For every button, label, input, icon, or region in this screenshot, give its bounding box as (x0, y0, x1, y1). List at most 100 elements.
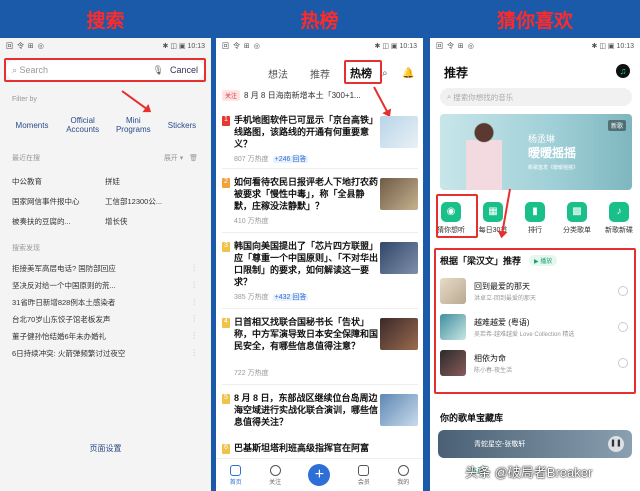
ticker[interactable]: 关注 8 月 8 日海南新增本土「300+1... (222, 90, 422, 101)
more-icon[interactable]: ⋮ (191, 331, 199, 348)
separator (423, 38, 430, 491)
discover-text: 31省昨日新增828例本土感染者 (12, 298, 116, 307)
plus-icon: + (308, 464, 331, 486)
hot-item[interactable]: 1 手机地图软件已可显示「京台高铁」线路图，该路线的开通有何重要意义？ 807 … (222, 114, 418, 166)
library-title: 你的歌单宝藏库 (440, 413, 504, 423)
more-icon[interactable]: ⋮ (191, 314, 199, 331)
hot-item-title: 8 月 8 日，东部战区继续位台岛周边海空域进行实战化联合演训，哪些信息值得关注… (234, 393, 379, 427)
list-item[interactable]: 拒接美军高层电话? 国防部回应 ⋮ (12, 263, 198, 280)
hot-item[interactable]: 5 8 月 8 日，东部战区继续位台岛周边海空域进行实战化联合演训，哪些信息值得… (222, 392, 418, 442)
heat-count: 722 万热度 (234, 370, 269, 377)
discover-text: 坚决反对给一个中国原则的荒... (12, 281, 116, 290)
category-playlist-button[interactable]: ▩ 分类歌单 (559, 202, 595, 235)
nav-me[interactable]: 我的 (397, 464, 410, 486)
filter-stickers[interactable]: Stickers (162, 116, 202, 134)
more-icon[interactable]: ⋮ (191, 263, 199, 280)
divider (222, 384, 418, 385)
search-icon[interactable]: ⌕ (382, 68, 388, 79)
nav-label: 会员 (357, 479, 370, 486)
list-item[interactable]: 坚决反对给一个中国原则的荒... ⋮ (12, 280, 198, 297)
nav-label: 我的 (397, 479, 410, 486)
more-icon[interactable]: ⋮ (191, 348, 199, 365)
tab-recommend[interactable]: 推荐 (310, 66, 330, 81)
nav-label: 首页 (229, 479, 242, 486)
status-left: 回 令 ⊞ ◎ (222, 43, 261, 50)
qq-music-logo-icon[interactable]: ♫ (616, 64, 630, 78)
music-search-input[interactable]: ⌕ 搜索你想找的音乐 (440, 88, 632, 106)
banner-artist-photo (466, 120, 502, 190)
more-icon[interactable]: ⋮ (191, 297, 199, 314)
list-item[interactable]: 台北70岁山东饺子馆老板发声 ⋮ (12, 314, 198, 331)
recent-item[interactable]: 工信部12300公... (105, 196, 198, 207)
zhihu-hot-list-panel: 回 令 ⊞ ◎ ✱ ◫ ▣ 10:13 想法 推荐 热榜 ⌕ 🔔 关注 8 月 … (216, 38, 423, 491)
wechat-search-panel: 回 令 ⊞ ◎ ✱ ◫ ▣ 10:13 ⌕ Search 🎙 Cancel Fi… (0, 38, 211, 491)
trash-icon[interactable]: 🗑 (189, 155, 198, 162)
new-release-button[interactable]: ♪ 新歌新碟 (601, 202, 637, 235)
highlight-box (344, 60, 382, 84)
recent-item[interactable]: 被奏扶的豆腐的... (12, 216, 105, 227)
promo-banner[interactable]: 杨丞琳 暧暧摇摇 新歌首发《暧暧摇摇》 新歌 (440, 114, 632, 190)
hot-item[interactable]: 4 日首相又找联合国秘书长「告状」称，中方军演导致日本安全保障和国民安全，有哪些… (222, 316, 418, 380)
hot-item-title: 日首相又找联合国秘书长「告状」称，中方军演导致日本安全保障和国民安全，有哪些信息… (234, 317, 379, 351)
recent-search-list: 中公教育 拼娃 国家网信事件报中心 工信部12300公... 被奏扶的豆腐的..… (12, 176, 198, 227)
thumbnail (380, 178, 418, 210)
hot-item-title: 韩国向美国提出了「芯片四方联盟」应「尊重一个中国原则」、「不对华出口限制」的要求… (234, 241, 379, 287)
list-item[interactable]: 董子健孙怡结婚6年未办婚礼 ⋮ (12, 331, 198, 348)
search-discover-list: 拒接美军高层电话? 国防部回应 ⋮ 坚决反对给一个中国原则的荒... ⋮ 31省昨日… (12, 263, 198, 365)
nav-create[interactable]: + (308, 464, 331, 486)
list-item[interactable]: 6日持续冲突: 火箭弹频繁讨过夜空 ⋮ (12, 348, 198, 365)
list-item[interactable]: 31省昨日新增828例本土感染者 ⋮ (12, 297, 198, 314)
hot-item[interactable]: 6 巴基斯坦塔利班高级指挥官在阿富 (222, 442, 418, 458)
recent-item[interactable]: 增长侠 (105, 216, 198, 227)
entry-label: 分类歌单 (563, 227, 591, 234)
highlight-box (434, 248, 636, 394)
status-left: 回 令 ⊞ ◎ (6, 43, 45, 50)
screenshot-root: 搜索 热榜 猜你喜欢 回 令 ⊞ ◎ ✱ ◫ ▣ 10:13 ⌕ Search … (0, 0, 640, 491)
highlight-box (436, 194, 478, 238)
pause-icon[interactable]: ❚❚ (608, 436, 624, 452)
nav-home[interactable]: 首页 (229, 464, 242, 486)
status-right: ✱ ◫ ▣ 10:13 (591, 43, 634, 50)
ticker-tag: 关注 (222, 90, 241, 101)
hot-item[interactable]: 2 如何看待农民日报评老人下地打农药被要求「慢性中毒」，称「全县静默，庄稼没法静… (222, 176, 418, 228)
status-bar: 回 令 ⊞ ◎ ✱ ◫ ▣ 10:13 (430, 38, 640, 54)
discover-text: 董子健孙怡结婚6年未办婚礼 (12, 332, 107, 341)
highlight-box (4, 58, 206, 82)
bottom-nav: 首页 关注 + 会员 我的 (216, 458, 423, 491)
filter-official-accounts[interactable]: Official Accounts (61, 116, 105, 134)
tab-ideas[interactable]: 想法 (268, 66, 288, 81)
recent-search-header: 最近在搜 展开 ▾ 🗑 (12, 155, 198, 162)
mini-player[interactable]: 青蛇星空-张敬轩 ❚❚ (438, 430, 632, 458)
thumbnail (380, 394, 418, 426)
status-right: ✱ ◫ ▣ 10:13 (162, 43, 205, 50)
ranking-button[interactable]: ▮ 排行 (517, 202, 553, 235)
rank-badge: 5 (222, 394, 230, 404)
bar-chart-icon: ▮ (525, 202, 545, 222)
rank-badge: 2 (222, 178, 230, 188)
filter-mini-programs[interactable]: Mini Programs (113, 116, 153, 134)
grid-icon: ▩ (567, 202, 587, 222)
banner-song: 暧暧摇摇 (528, 146, 577, 160)
divider (222, 168, 418, 169)
recent-item[interactable]: 拼娃 (105, 176, 198, 187)
divider (222, 232, 418, 233)
hot-item[interactable]: 3 韩国向美国提出了「芯片四方联盟」应「尊重一个中国原则」、「不对华出口限制」的… (222, 240, 418, 304)
entry-label: 新歌新碟 (605, 227, 633, 234)
recent-item[interactable]: 中公教育 (12, 176, 105, 187)
expand-button[interactable]: 展开 (164, 155, 178, 162)
filter-moments[interactable]: Moments (12, 116, 52, 134)
page-settings-link[interactable]: 页面设置 (0, 443, 211, 454)
now-playing: 青蛇星空-张敬轩 (474, 441, 526, 448)
heat-count: 385 万热度 (234, 294, 269, 301)
recent-item[interactable]: 国家网信事件报中心 (12, 196, 105, 207)
nav-follow[interactable]: 关注 (269, 464, 281, 486)
entry-label: 排行 (528, 227, 542, 234)
header-guess-you-like: 猜你喜欢 (496, 11, 573, 32)
user-icon (269, 464, 281, 476)
rank-badge: 4 (222, 318, 230, 328)
bell-icon[interactable]: 🔔 (402, 68, 414, 79)
banner-tag: 新歌 (607, 120, 626, 131)
more-icon[interactable]: ⋮ (191, 280, 199, 297)
thumbnail (380, 318, 418, 350)
nav-vip[interactable]: 会员 (357, 464, 370, 486)
